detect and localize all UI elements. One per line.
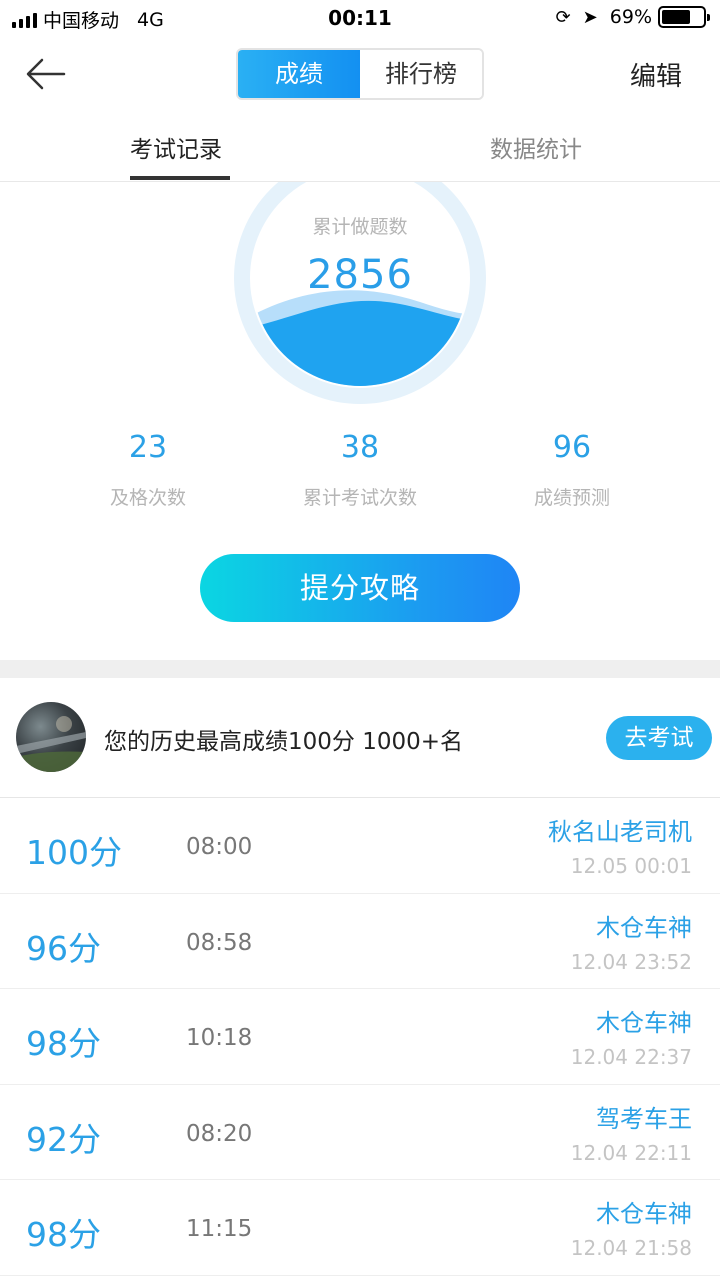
- record-duration: 08:58: [186, 929, 253, 956]
- record-date: 12.04 22:11: [570, 1140, 692, 1165]
- battery-icon: [658, 6, 710, 28]
- record-date: 12.04 23:52: [570, 949, 692, 974]
- record-score: 96分: [26, 928, 101, 968]
- exam-records-list: 100分 08:00 秋名山老司机 12.05 00:01 96分 08:58 …: [0, 798, 720, 1276]
- record-date: 12.04 22:37: [570, 1045, 692, 1069]
- record-date: 12.05 00:01: [570, 854, 692, 878]
- record-score: 98分: [26, 1024, 101, 1063]
- score-tips-button[interactable]: 提分攻略: [200, 554, 520, 622]
- gauge-label: 累计做题数: [312, 216, 408, 238]
- take-exam-button[interactable]: 去考试: [606, 716, 712, 760]
- record-nickname: 驾考车王: [596, 1104, 692, 1133]
- tab-scores[interactable]: 成绩: [238, 50, 360, 98]
- stat-value: 96: [552, 430, 592, 465]
- stat-pass-count: 23 及格次数: [38, 430, 258, 510]
- battery-percent: 69%: [609, 6, 652, 28]
- stat-value: 23: [128, 430, 168, 465]
- record-score: 92分: [26, 1119, 101, 1159]
- record-duration: 08:00: [186, 834, 253, 860]
- stat-label: 及格次数: [109, 487, 186, 509]
- tab-exam-records[interactable]: 考试记录: [130, 130, 222, 164]
- stat-label: 成绩预测: [533, 487, 610, 509]
- sub-tabs: 考试记录 数据统计: [0, 112, 720, 182]
- stat-value: 38: [340, 430, 380, 465]
- gauge-value: 2856: [307, 252, 413, 298]
- active-tab-indicator: [130, 176, 230, 180]
- back-arrow-icon[interactable]: [24, 54, 68, 94]
- stats-area: 累计做题数 2856 23 及格次数 38 累计考试次数 96 成绩预测 提分攻…: [0, 182, 720, 660]
- list-item[interactable]: 92分 08:20 驾考车王 12.04 22:11: [0, 1084, 720, 1180]
- edit-button[interactable]: 编辑: [630, 56, 682, 93]
- best-score-text: 您的历史最高成绩100分 1000+名: [104, 729, 464, 755]
- tab-leaderboard[interactable]: 排行榜: [360, 50, 482, 98]
- stat-label: 累计考试次数: [302, 487, 417, 509]
- record-nickname: 木仓车神: [596, 1200, 692, 1228]
- list-item[interactable]: 96分 08:58 木仓车神 12.04 23:52: [0, 893, 720, 989]
- status-right: ⟳ ➤ 69%: [555, 6, 710, 28]
- stat-score-prediction: 96 成绩预测: [462, 430, 682, 510]
- record-date: 12.04 21:58: [570, 1236, 692, 1260]
- record-nickname: 木仓车神: [596, 913, 692, 942]
- location-icon: ➤: [582, 6, 598, 28]
- list-item[interactable]: 98分 11:15 木仓车神 12.04 21:58: [0, 1180, 720, 1276]
- list-item[interactable]: 98分 10:18 木仓车神 12.04 22:37: [0, 989, 720, 1085]
- status-bar: 中国移动 4G 00:11 ⟳ ➤ 69%: [0, 0, 720, 36]
- record-duration: 08:20: [186, 1120, 253, 1147]
- record-nickname: 秋名山老司机: [548, 818, 692, 846]
- nav-bar: 成绩 排行榜 编辑: [0, 36, 720, 112]
- section-divider: [0, 660, 720, 678]
- best-score-row: 您的历史最高成绩100分 1000+名 去考试: [0, 678, 720, 798]
- record-score: 98分: [26, 1215, 101, 1254]
- rotation-lock-icon: ⟳: [555, 6, 571, 28]
- avatar[interactable]: [16, 702, 86, 772]
- segmented-control: 成绩 排行榜: [236, 48, 484, 100]
- list-item[interactable]: 100分 08:00 秋名山老司机 12.05 00:01: [0, 798, 720, 894]
- stat-exam-count: 38 累计考试次数: [250, 430, 470, 510]
- tab-data-statistics[interactable]: 数据统计: [490, 130, 582, 164]
- record-duration: 10:18: [186, 1025, 253, 1051]
- record-duration: 11:15: [186, 1216, 253, 1242]
- record-nickname: 木仓车神: [596, 1009, 692, 1037]
- record-score: 100分: [26, 833, 122, 872]
